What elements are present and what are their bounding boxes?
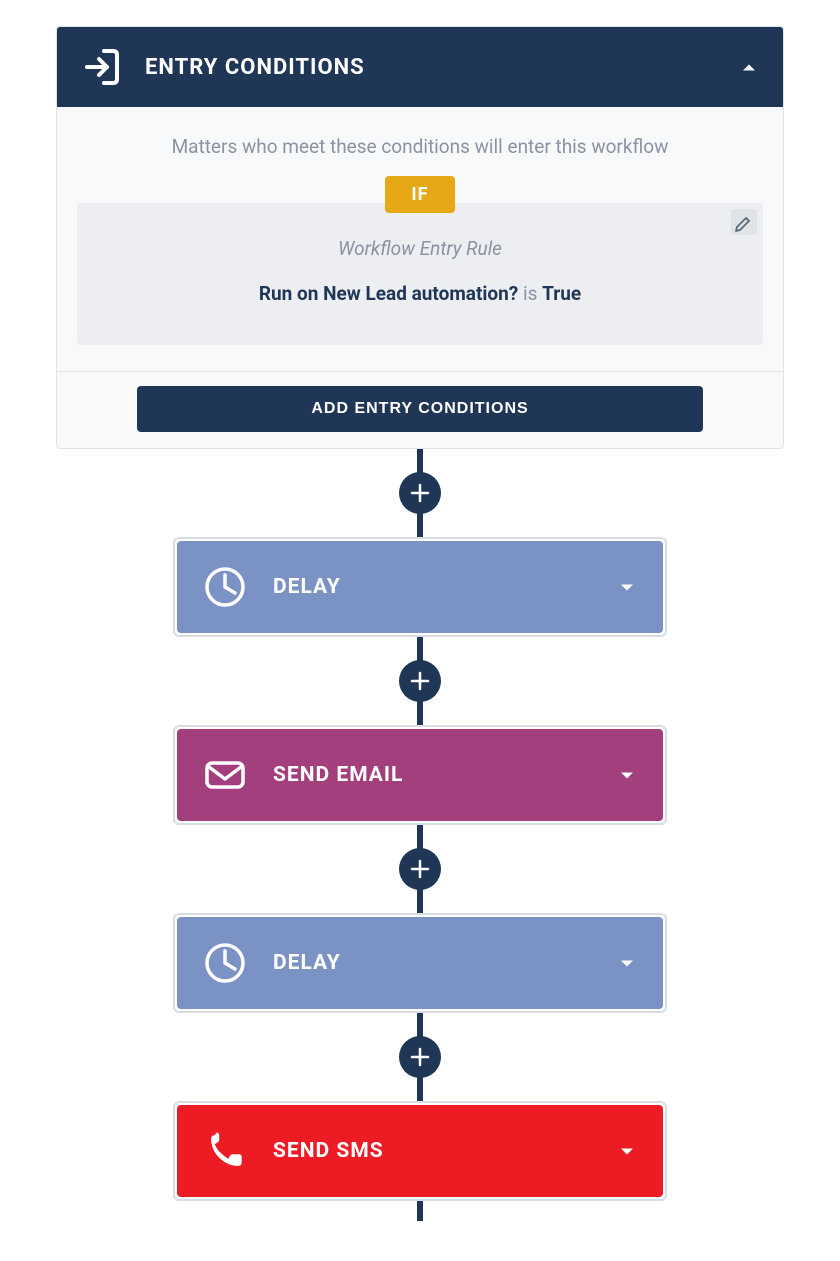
plus-icon [410,671,430,691]
expand-icon [619,766,635,785]
step-delay-header[interactable]: DELAY [177,541,663,633]
step-label: SEND SMS [273,1139,384,1163]
connector [417,449,423,537]
step-label: SEND EMAIL [273,763,403,787]
step-label: DELAY [273,575,341,599]
entry-conditions-header[interactable]: ENTRY CONDITIONS [57,27,783,107]
connector [417,1013,423,1101]
connector [417,825,423,913]
pencil-icon [734,212,754,232]
connector [417,1201,423,1221]
step-email-header[interactable]: SEND EMAIL [177,729,663,821]
step-email: SEND EMAIL [173,725,667,825]
plus-icon [410,1047,430,1067]
entry-conditions-body: Matters who meet these conditions will e… [57,107,783,345]
entry-rule-expression: Run on New Lead automation? is True [97,282,743,305]
expand-icon [619,1142,635,1161]
step-sms: SEND SMS [173,1101,667,1201]
phone-icon [203,1129,247,1173]
add-step-button[interactable] [399,660,441,702]
clock-icon [203,941,247,985]
entry-rule-name: Workflow Entry Rule [97,237,743,260]
envelope-icon [203,753,247,797]
entry-conditions-description: Matters who meet these conditions will e… [77,135,763,158]
entry-icon [83,47,123,87]
expand-icon [619,954,635,973]
clock-icon [203,565,247,609]
add-step-button[interactable] [399,848,441,890]
entry-rule-box: Workflow Entry Rule Run on New Lead auto… [77,203,763,345]
expand-icon [619,578,635,597]
add-entry-conditions-button[interactable]: ADD ENTRY CONDITIONS [137,386,703,432]
add-step-button[interactable] [399,472,441,514]
edit-rule-button[interactable] [731,209,757,235]
if-badge: IF [385,176,454,213]
connector [417,637,423,725]
plus-icon [410,859,430,879]
entry-conditions-footer: ADD ENTRY CONDITIONS [57,371,783,448]
rule-operator: is [523,282,537,305]
entry-conditions-title: ENTRY CONDITIONS [145,55,365,80]
step-delay-header[interactable]: DELAY [177,917,663,1009]
plus-icon [410,483,430,503]
step-label: DELAY [273,951,341,975]
entry-conditions-card: ENTRY CONDITIONS Matters who meet these … [56,26,784,449]
step-sms-header[interactable]: SEND SMS [177,1105,663,1197]
step-delay: DELAY [173,913,667,1013]
add-step-button[interactable] [399,1036,441,1078]
workflow-flow: DELAY SEND EMAIL DELAY SEND SMS [0,449,840,1221]
step-delay: DELAY [173,537,667,637]
rule-field: Run on New Lead automation? [259,282,518,305]
rule-value: True [542,282,581,305]
collapse-icon [741,58,757,77]
